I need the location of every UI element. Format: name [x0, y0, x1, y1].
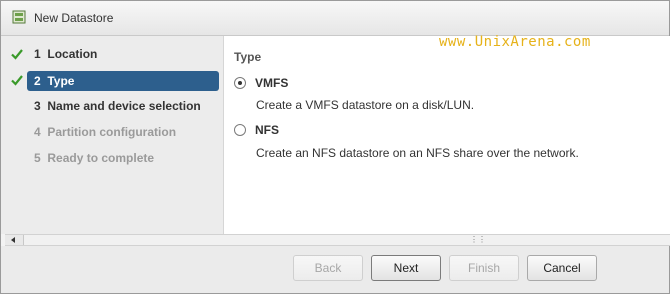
- next-button[interactable]: Next: [371, 255, 441, 281]
- finish-button[interactable]: Finish: [449, 255, 519, 281]
- horizontal-scrollbar[interactable]: ⋮⋮: [5, 234, 670, 246]
- checkmark-icon: [11, 49, 23, 60]
- step-label: Ready to complete: [47, 151, 155, 165]
- step-number: 5: [34, 151, 41, 165]
- resize-grip-icon[interactable]: ⋮⋮: [470, 236, 486, 244]
- arrow-left-icon[interactable]: [5, 235, 24, 245]
- step-type[interactable]: 2 Type: [27, 71, 219, 91]
- nfs-radio-label[interactable]: NFS: [255, 123, 279, 137]
- nfs-radio[interactable]: [234, 124, 246, 136]
- step-number: 4: [34, 125, 41, 139]
- new-datastore-window: New Datastore 1 Location 2 Type 3 Name a…: [0, 0, 670, 294]
- step-number: 2: [34, 74, 41, 88]
- step-label: Location: [47, 47, 98, 61]
- window-title: New Datastore: [34, 11, 114, 25]
- step-label: Name and device selection: [47, 99, 201, 113]
- step-label: Type: [47, 74, 75, 88]
- vmfs-radio[interactable]: [234, 77, 246, 89]
- step-partition-configuration: 4 Partition configuration: [27, 122, 219, 142]
- wizard-steps-sidebar: 1 Location 2 Type 3 Name and device sele…: [1, 36, 224, 234]
- step-ready-to-complete: 5 Ready to complete: [27, 148, 219, 168]
- nfs-description: Create an NFS datastore on an NFS share …: [256, 146, 579, 160]
- checkmark-icon: [11, 75, 23, 86]
- title-bar[interactable]: New Datastore: [1, 1, 669, 36]
- radio-selected-dot: [238, 81, 242, 85]
- wizard-footer: Back Next Finish Cancel: [1, 246, 669, 293]
- step-number: 3: [34, 99, 41, 113]
- step-name-and-device-selection[interactable]: 3 Name and device selection: [27, 96, 219, 116]
- section-title: Type: [234, 50, 262, 64]
- step-label: Partition configuration: [47, 125, 177, 139]
- watermark: www.UnixArena.com: [439, 34, 591, 50]
- step-location[interactable]: 1 Location: [27, 44, 219, 64]
- vmfs-description: Create a VMFS datastore on a disk/LUN.: [256, 98, 475, 112]
- back-button[interactable]: Back: [293, 255, 363, 281]
- step-number: 1: [34, 47, 41, 61]
- type-selection-panel: Type www.UnixArena.com VMFS Create a VMF…: [224, 34, 670, 234]
- cancel-button[interactable]: Cancel: [527, 255, 597, 281]
- vmfs-radio-label[interactable]: VMFS: [255, 76, 288, 90]
- datastore-icon: [12, 10, 26, 24]
